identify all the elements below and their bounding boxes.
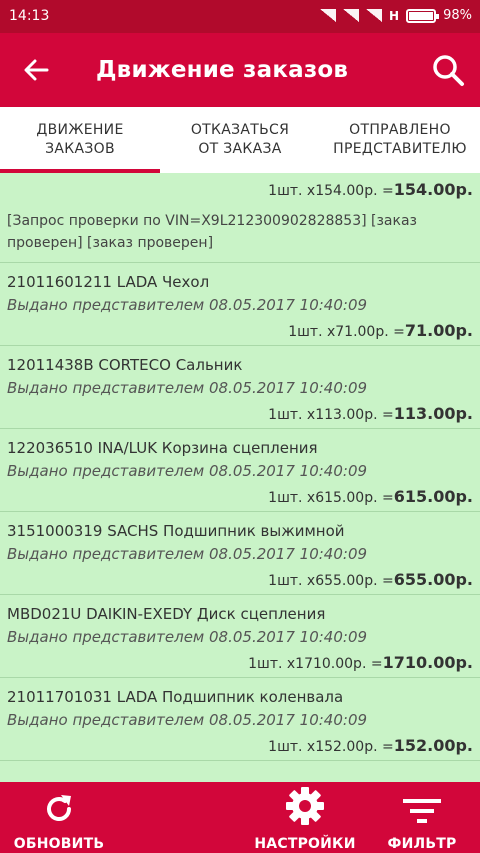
price-total: 1710.00р. [382,653,473,672]
item-title: MBD021U DAIKIN-EXEDY Диск сцепления [7,605,326,623]
signal-icon-3 [366,9,383,22]
filter-label: ФИЛЬТР [387,836,457,852]
tab-cancel-order[interactable]: ОТКАЗАТЬСЯ ОТ ЗАКАЗА [160,107,320,173]
item-status: Выдано представителем 08.05.2017 10:40:0… [7,296,368,314]
filter-icon [403,799,441,823]
list-item[interactable]: 122036510 INA/LUK Корзина сцепления Выда… [0,429,480,512]
price-total: 71.00р. [404,321,473,340]
item-title: 21011601211 LADA Чехол [7,273,210,291]
order-list[interactable]: 1шт. x154.00р. =154.00р. [Запрос проверк… [0,173,480,782]
item-status: Выдано представителем 08.05.2017 10:40:0… [7,545,368,563]
tab-label: ОТПРАВЛЕНО ПРЕДСТАВИТЕЛЮ [333,122,467,157]
tab-label: ОТКАЗАТЬСЯ ОТ ЗАКАЗА [190,122,290,157]
settings-label: НАСТРОЙКИ [254,836,356,852]
item-title: 12011438B CORTECO Сальник [7,356,243,374]
list-item[interactable]: 12011438B CORTECO Сальник Выдано предста… [0,346,480,429]
battery-icon [406,8,440,23]
price-total: 113.00р. [393,404,473,423]
item-note: [Запрос проверки по VIN=X9L2123009028288… [7,213,417,251]
item-title: 3151000319 SACHS Подшипник выжимной [7,522,345,540]
signal-icon-2 [343,9,360,22]
list-item[interactable]: 21011701031 LADA Подшипник коленвала Выд… [0,678,480,761]
status-time: 14:13 [9,8,50,24]
search-icon [433,55,464,86]
list-item[interactable]: 1шт. x154.00р. =154.00р. [Запрос проверк… [0,173,480,263]
item-title: 21011701031 LADA Подшипник коленвала [7,688,344,706]
price-breakdown: 1шт. x152.00р. = [268,739,394,755]
item-status: Выдано представителем 08.05.2017 10:40:0… [7,711,368,729]
item-price: 1шт. x152.00р. =152.00р. [7,733,473,760]
price-total: 655.00р. [393,570,473,589]
price-total: 615.00р. [393,487,473,506]
network-type: H [389,8,400,23]
item-price: 1шт. x1710.00р. =1710.00р. [7,650,473,677]
price-breakdown: 1шт. x113.00р. = [268,407,394,423]
item-price: 1шт. x655.00р. =655.00р. [7,567,473,594]
item-status: Выдано представителем 08.05.2017 10:40:0… [7,462,368,480]
item-price: 1шт. x615.00р. =615.00р. [7,484,473,511]
refresh-button[interactable]: ОБНОВИТЬ [14,782,104,853]
search-button[interactable] [428,50,468,90]
price-breakdown: 1шт. x615.00р. = [268,490,394,506]
item-status: Выдано представителем 08.05.2017 10:40:0… [7,628,368,646]
item-price: 1шт. x113.00р. =113.00р. [7,401,473,428]
tab-sent-to-representative[interactable]: ОТПРАВЛЕНО ПРЕДСТАВИТЕЛЮ [320,107,480,173]
filter-button[interactable]: ФИЛЬТР [386,782,458,853]
tab-order-movement[interactable]: ДВИЖЕНИЕ ЗАКАЗОВ [0,107,160,173]
price-breakdown: 1шт. x1710.00р. = [248,656,383,672]
list-item[interactable]: MBD021U DAIKIN-EXEDY Диск сцепления Выда… [0,595,480,678]
refresh-label: ОБНОВИТЬ [13,836,105,852]
app-bar: Движение заказов [0,33,480,107]
gear-icon [286,787,324,825]
item-status: Выдано представителем 08.05.2017 10:40:0… [7,379,368,397]
tab-bar: ДВИЖЕНИЕ ЗАКАЗОВ ОТКАЗАТЬСЯ ОТ ЗАКАЗА ОТ… [0,107,480,173]
back-button[interactable] [16,53,56,87]
price-breakdown: 1шт. x71.00р. = [288,324,405,340]
battery-percent: 98% [443,8,472,23]
tab-label: ДВИЖЕНИЕ ЗАКАЗОВ [36,122,124,157]
price-breakdown: 1шт. x154.00р. = [268,183,394,199]
arrow-left-icon [24,59,49,81]
bottom-bar: ОБНОВИТЬ НАСТРОЙКИ ФИЛЬТР [0,782,480,853]
list-item[interactable]: 3151000319 SACHS Подшипник выжимной Выда… [0,512,480,595]
signal-icon [320,9,337,22]
item-price: 1шт. x154.00р. =154.00р. [7,173,473,204]
item-price: 1шт. x71.00р. =71.00р. [7,318,473,345]
item-title: 122036510 INA/LUK Корзина сцепления [7,439,318,457]
page-title: Движение заказов [96,57,349,83]
price-total: 152.00р. [393,736,473,755]
status-indicators: H 98% [320,8,472,23]
status-bar: 14:13 H 98% [0,0,480,33]
settings-button[interactable]: НАСТРОЙКИ [254,782,356,853]
price-total: 154.00р. [393,180,473,199]
list-item[interactable]: 21011601211 LADA Чехол Выдано представит… [0,263,480,346]
refresh-icon [47,795,71,821]
price-breakdown: 1шт. x655.00р. = [268,573,394,589]
